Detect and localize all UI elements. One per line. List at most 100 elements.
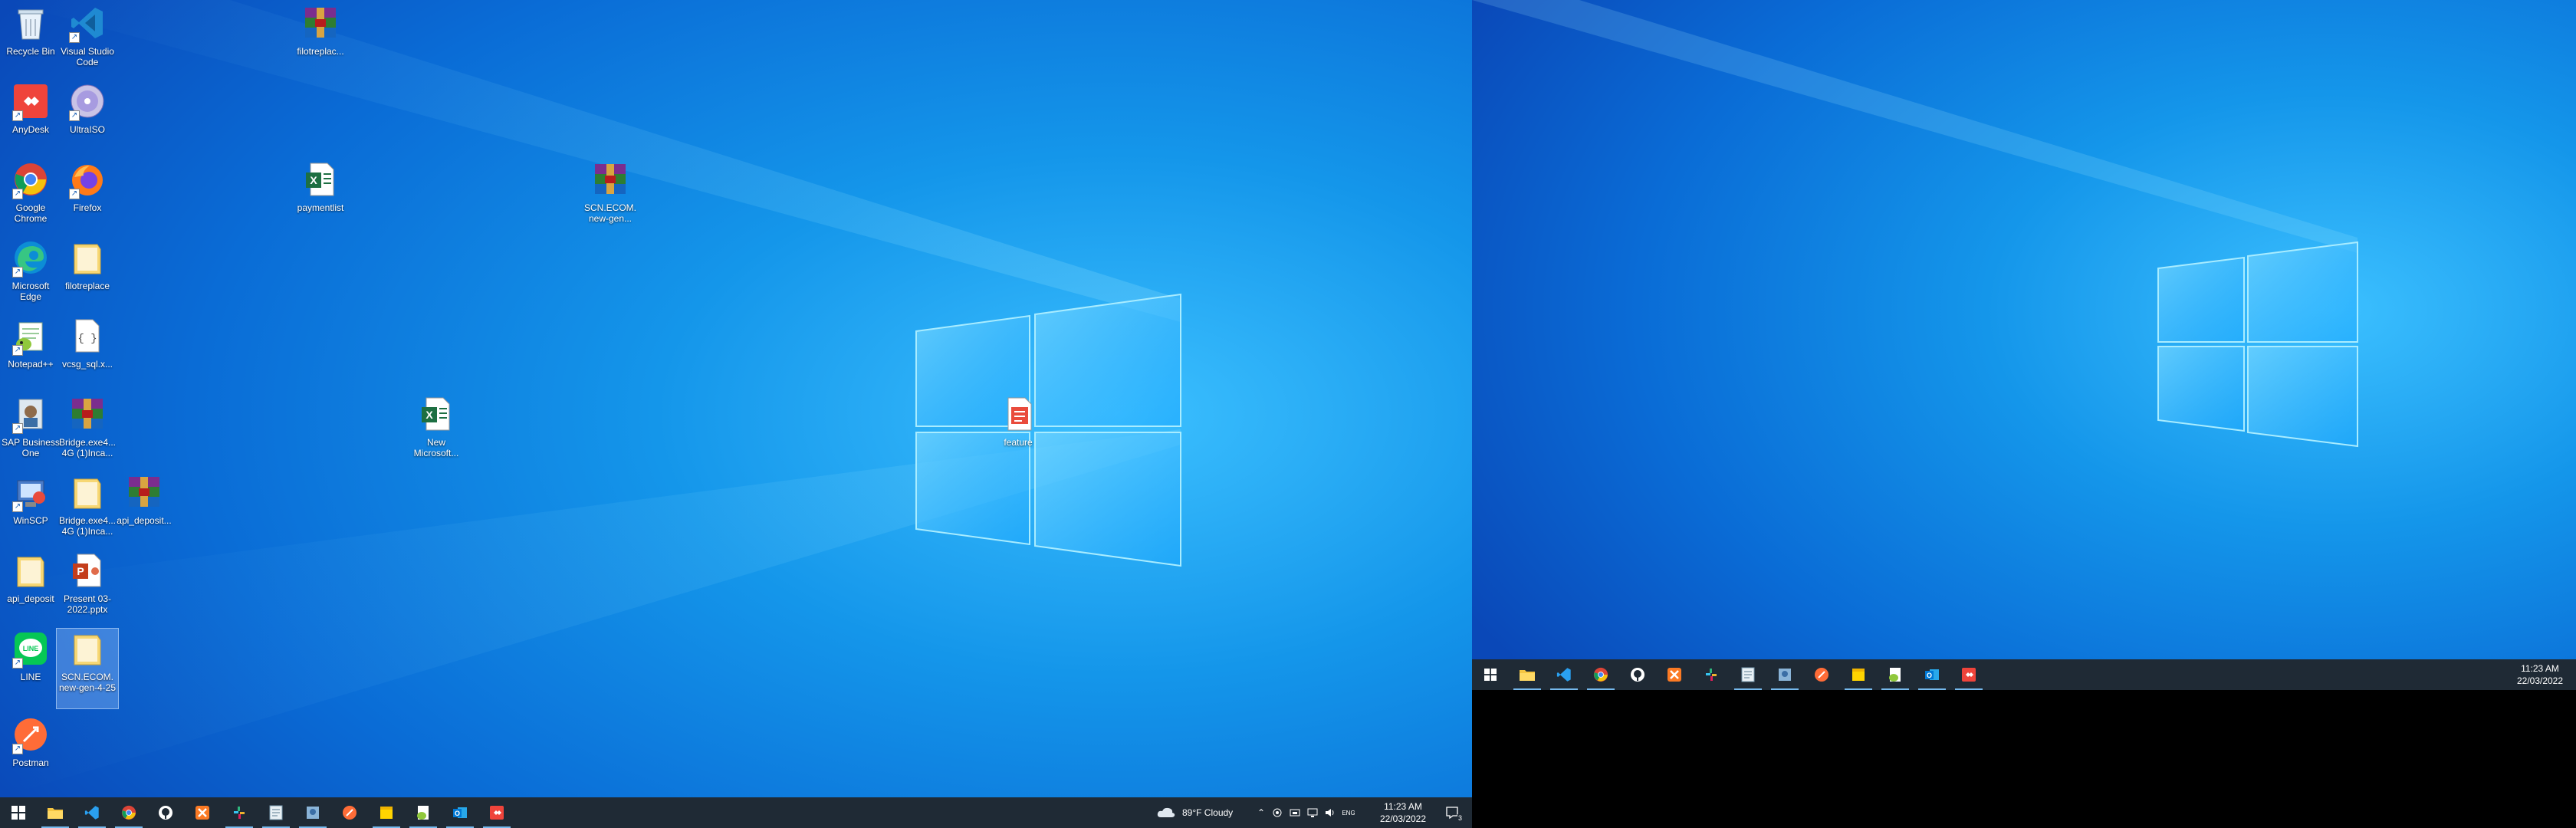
start-button[interactable] [1472,659,1509,690]
taskbar-slack[interactable] [1693,659,1730,690]
folder-icon [67,629,107,669]
svg-text:X: X [426,409,433,421]
taskbar-sticky-notes[interactable] [368,797,405,828]
taskbar-notepadpp[interactable] [405,797,442,828]
unused-screen-area [1472,690,2576,828]
desktop-icon-new-microsoft-excel[interactable]: X New Microsoft... [406,394,467,458]
shortcut-arrow-icon: ↗ [69,189,80,199]
svg-text:ENG: ENG [1342,810,1355,816]
taskbar-left: O 89°F Cloudy ⌃ ENG 11:23 AM 22/03/2022 … [0,797,1472,828]
chrome-icon [121,805,136,820]
desktop-icon-label: Microsoft Edge [12,281,50,302]
onedrive-icon[interactable] [1290,807,1300,818]
wallpaper-left [0,0,1472,828]
file-explorer-icon [1520,670,1535,681]
taskbar-sourcetree[interactable] [147,797,184,828]
desktop-icon-label: api_deposit [7,593,54,604]
input-language-icon[interactable]: ENG [1342,807,1355,818]
desktop-icon-scn-ecom-folder[interactable]: SCN.ECOM. new-gen-4-25 [56,628,119,709]
folder-icon [11,550,51,590]
chevron-up-icon[interactable]: ⌃ [1257,807,1265,818]
desktop-icon-label: Present 03-2022.pptx [63,593,112,615]
desktop-icon-google-chrome[interactable]: ↗ Google Chrome [0,159,61,224]
sticky-notes-icon [380,807,393,819]
taskbar-notepadpp[interactable] [1877,659,1914,690]
desktop-icon-api-deposit-folder[interactable]: api_deposit [0,550,61,604]
taskbar-notepad[interactable] [258,797,294,828]
network-icon[interactable] [1307,807,1318,818]
desktop-icon-present-pptx[interactable]: P Present 03-2022.pptx [57,550,118,615]
desktop-icon-recycle-bin[interactable]: Recycle Bin [0,3,61,57]
desktop-icon-line[interactable]: LINE ↗ LINE [0,629,61,682]
desktop-icon-postman[interactable]: ↗ Postman [0,715,61,768]
taskbar-vscode[interactable] [1546,659,1582,690]
sap-icon [307,807,319,819]
taskbar-sticky-notes[interactable] [1840,659,1877,690]
taskbar-xampp[interactable] [1656,659,1693,690]
taskbar-xampp[interactable] [184,797,221,828]
desktop-icon-bridge-folder[interactable]: Bridge.exe4... 4G (1)Inca... [57,472,118,537]
desktop-icon-vscode[interactable]: ↗ Visual Studio Code [57,3,118,67]
windows-logo-icon [12,806,25,820]
taskbar-sap[interactable] [294,797,331,828]
taskbar-outlook[interactable]: O [1914,659,1950,690]
desktop-icon-feature[interactable]: feature [987,394,1049,448]
desktop-icon-api-deposit-archive[interactable]: api_deposit... [113,472,175,526]
start-button[interactable] [0,797,37,828]
weather-widget[interactable]: 89°F Cloudy [1156,797,1233,828]
desktop-icon-label: Google Chrome [14,202,48,224]
taskbar-clock[interactable]: 11:23 AM 22/03/2022 [2507,659,2573,690]
meet-now-icon[interactable] [1272,807,1283,818]
taskbar-chrome[interactable] [1582,659,1619,690]
taskbar-vscode[interactable] [74,797,110,828]
taskbar-anydesk[interactable] [478,797,515,828]
desktop-icon-bridge-archive[interactable]: Bridge.exe4... 4G (1)Inca... [57,394,118,458]
taskbar-slack[interactable] [221,797,258,828]
taskbar-notepad[interactable] [1730,659,1766,690]
desktop-icon-anydesk[interactable]: ↗ AnyDesk [0,81,61,135]
weather-text: 89°F Cloudy [1182,807,1234,818]
desktop-icon-winscp[interactable]: ↗ WinSCP [0,472,61,526]
notepadpp-icon: ↗ [11,316,51,356]
shortcut-arrow-icon: ↗ [12,345,23,356]
taskbar-clock[interactable]: 11:23 AM 22/03/2022 [1372,797,1434,828]
desktop-icon-vcsg-sql[interactable]: { } vcsg_sql.x... [57,316,118,370]
taskbar-sap[interactable] [1766,659,1803,690]
desktop-icon-label: api_deposit... [117,515,172,526]
desktop-icon-paymentlist[interactable]: X paymentlist [290,159,351,213]
svg-text:{ }: { } [77,333,97,345]
firefox-icon: ↗ [67,159,107,199]
chrome-icon: ↗ [11,159,51,199]
desktop-icon-label: LINE [20,672,41,682]
desktop-icon-filotreplac-archive[interactable]: filotreplac... [290,3,351,57]
desktop-icon-label: Recycle Bin [6,46,55,57]
desktop-icon-firefox[interactable]: ↗ Firefox [57,159,118,213]
desktop-icon-scn-ecom-archive[interactable]: SCN.ECOM. new-gen... [580,159,641,224]
taskbar-sourcetree[interactable] [1619,659,1656,690]
taskbar-postman[interactable] [331,797,368,828]
volume-icon[interactable] [1325,807,1336,818]
desktop-icon-filotreplace-folder[interactable]: filotreplace [57,238,118,291]
sticky-notes-icon [1852,669,1865,681]
folder-icon [67,472,107,512]
desktop-icon-label: New Microsoft... [413,437,459,458]
action-center-button[interactable]: 3 [1437,797,1467,828]
desktop-icon-sap-business-one[interactable]: ↗ SAP Business One [0,394,61,458]
desktop-icon-label: Firefox [73,202,102,213]
taskbar-file-explorer[interactable] [37,797,74,828]
taskbar-outlook[interactable]: O [442,797,478,828]
taskbar-postman[interactable] [1803,659,1840,690]
wallpaper-right [1472,0,2576,690]
desktop-icon-notepadpp[interactable]: ↗ Notepad++ [0,316,61,370]
taskbar-chrome[interactable] [110,797,147,828]
taskbar-file-explorer[interactable] [1509,659,1546,690]
winrar-archive-icon [124,472,164,512]
left-monitor: Recycle Bin ↗ Visual Studio Code filotre… [0,0,1472,828]
ultraiso-disc-icon: ↗ [67,81,107,121]
shortcut-arrow-icon: ↗ [12,744,23,754]
desktop-icon-ultraiso[interactable]: ↗ UltraISO [57,81,118,135]
taskbar-anydesk[interactable] [1950,659,1987,690]
feature-document-icon [998,394,1038,434]
desktop-icon-microsoft-edge[interactable]: ↗ Microsoft Edge [0,238,61,302]
notepadpp-icon [1889,668,1901,682]
